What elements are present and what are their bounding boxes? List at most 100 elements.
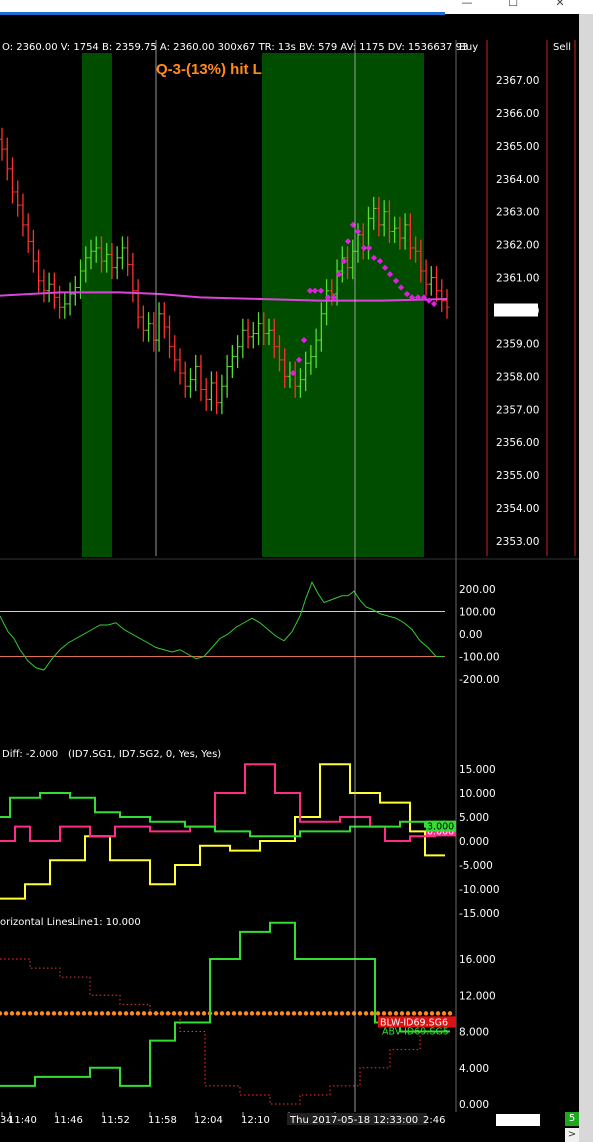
hl-line-dot (0, 1011, 3, 1016)
window-right-frame (579, 14, 593, 1142)
time-tick: 11:46 (54, 1115, 83, 1126)
scroll-right-button[interactable]: > (565, 1128, 579, 1142)
diff-title: Diff: -2.000 (2, 749, 58, 760)
diff-tick: -10.000 (459, 884, 500, 896)
price-panel: 2367.00 2366.00 2365.00 2364.00 2363.00 2362.… (0, 53, 539, 557)
oscillator-panel: 200.00 100.00 0.00 -100.00 -200.00 (0, 581, 500, 686)
hl-line-dot (435, 1011, 441, 1016)
hl-line-dot (285, 1011, 291, 1016)
hl-line-dot (93, 1011, 99, 1016)
hl-line-dot (141, 1011, 147, 1016)
hl-tick: 8.000 (459, 1027, 489, 1039)
hl-line-dot (315, 1011, 321, 1016)
price-tick: 2354.00 (496, 503, 539, 515)
price-tick: 2355.00 (496, 470, 539, 482)
hl-line-dot (153, 1011, 159, 1016)
buy-label[interactable]: Buy (459, 42, 478, 53)
osc-tick: 100.00 (459, 607, 496, 619)
hl-line-dot (15, 1011, 21, 1016)
hl-line-dot (447, 1011, 453, 1016)
hl-line-dot (63, 1011, 69, 1016)
hl-line-dot (393, 1011, 399, 1016)
hl-line-dot (33, 1011, 39, 1016)
time-tick: 12:10 (241, 1115, 270, 1126)
hl-tick: 0.000 (459, 1099, 489, 1111)
hl-line-dot (9, 1011, 15, 1016)
hl-line-dot (189, 1011, 195, 1016)
hl-title: orizontal Lines (0, 917, 73, 928)
hl-line-dot (39, 1011, 45, 1016)
hl-line-dot (405, 1011, 411, 1016)
time-tick: 11:58 (148, 1115, 177, 1126)
hl-line-dot (75, 1011, 81, 1016)
hl-line-dot (249, 1011, 255, 1016)
diff-tick: 10.000 (459, 788, 496, 800)
price-tick: 2365.00 (496, 141, 539, 153)
hl-line-dot (237, 1011, 243, 1016)
hl-line-dot (441, 1011, 447, 1016)
green-zone-1 (82, 53, 112, 557)
sell-label[interactable]: Sell (553, 42, 571, 53)
horizontal-lines-panel: BLW-ID69.SG6ABV-ID69.SG516.00012.0008.00… (0, 921, 496, 1111)
price-tick: 2358.00 (496, 371, 539, 383)
hl-line-dot (411, 1011, 417, 1016)
price-tick: 2363.00 (496, 207, 539, 219)
hl-line-dot (243, 1011, 249, 1016)
chart-canvas[interactable]: O: 2360.00 V: 1754 B: 2359.75 A: 2360.00… (0, 0, 579, 1142)
hl-line-dot (369, 1011, 375, 1016)
abv-label: ABV-ID69.SG5 (382, 1027, 449, 1038)
hl-line-dot (279, 1011, 285, 1016)
hl-line-dot (105, 1011, 111, 1016)
hl-tick: 16.000 (459, 954, 496, 966)
hl-line-dot (333, 1011, 339, 1016)
hl-line-dot (309, 1011, 315, 1016)
green-zone-2 (262, 53, 424, 557)
hl-line-dot (3, 1011, 9, 1016)
price-tick: 2357.00 (496, 404, 539, 416)
hl-line-dot (27, 1011, 33, 1016)
diff-tick: 0.000 (459, 836, 489, 848)
hl-line-dot (201, 1011, 207, 1016)
hl-line-dot (177, 1011, 183, 1016)
osc-tick: 200.00 (459, 584, 496, 596)
price-tick: 2362.00 (496, 240, 539, 252)
hl-line-dot (171, 1011, 177, 1016)
hl-line-dot (45, 1011, 51, 1016)
diff-params: (ID7.SG1, ID7.SG2, 0, Yes, Yes) (68, 749, 221, 760)
price-tick: 2367.00 (496, 75, 539, 87)
price-tick: 2353.00 (496, 536, 539, 548)
diff-tick: -5.000 (459, 860, 493, 872)
hl-line-dot (387, 1011, 393, 1016)
status-badge: 5 (565, 1112, 579, 1126)
price-tick: 2361.00 (496, 273, 539, 285)
hl-line-dot (81, 1011, 87, 1016)
hl-line-dot (429, 1011, 435, 1016)
hl-line-dot (345, 1011, 351, 1016)
hl-line-dot (327, 1011, 333, 1016)
hl-line-dot (87, 1011, 93, 1016)
hl-line-dot (51, 1011, 57, 1016)
osc-tick: -100.00 (459, 652, 500, 664)
hl-line-dot (273, 1011, 279, 1016)
price-tick: 2359.00 (496, 338, 539, 350)
hl-line-dot (375, 1011, 381, 1016)
hl-line-dot (225, 1011, 231, 1016)
time-tick: 12:04 (194, 1115, 223, 1126)
hl-line-dot (339, 1011, 345, 1016)
hl-line-dot (219, 1011, 225, 1016)
hl-line-dot (363, 1011, 369, 1016)
osc-tick: -200.00 (459, 674, 500, 686)
hl-line-label: Line1: 10.000 (72, 917, 141, 928)
hl-tick: 4.000 (459, 1063, 489, 1075)
hl-line-dot (69, 1011, 75, 1016)
last-price-label: 2360.00 (496, 306, 539, 318)
hl-line-dot (231, 1011, 237, 1016)
diff-panel: 0.0003.00015.00010.0005.0000.000-5.000-1… (0, 763, 500, 920)
time-end-tick: 2:46 (423, 1115, 445, 1126)
hl-line-dot (417, 1011, 423, 1016)
price-tick: 2364.00 (496, 174, 539, 186)
hl-line-dot (321, 1011, 327, 1016)
price-tick: 2356.00 (496, 437, 539, 449)
hl-green-series (0, 921, 450, 1087)
time-tick: 11:52 (101, 1115, 130, 1126)
